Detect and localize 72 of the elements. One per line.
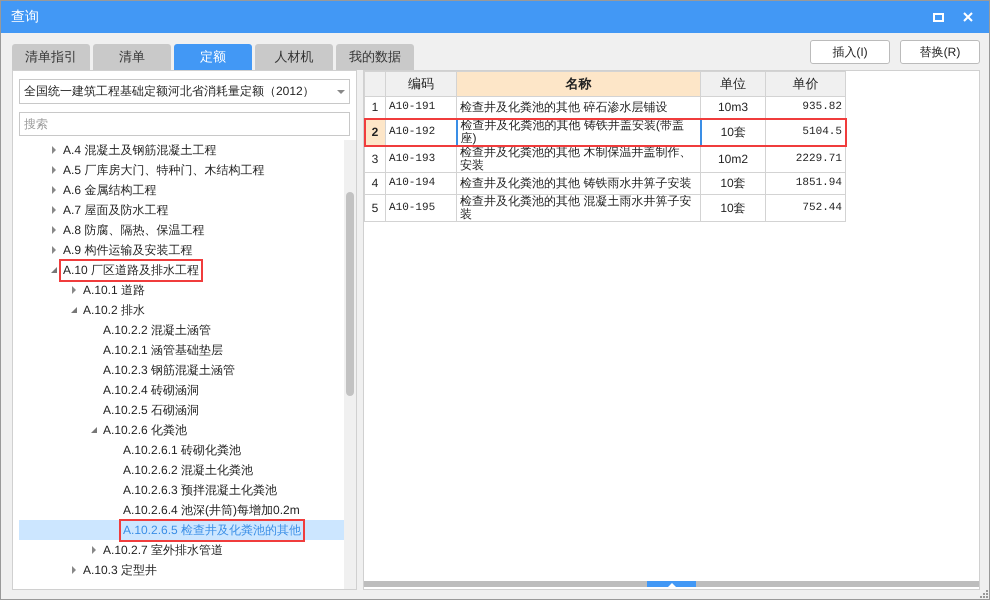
tree-item[interactable]: A.9 构件运输及安装工程 [61, 240, 194, 260]
tree-item[interactable]: A.10.2.1 涵管基础垫层 [101, 340, 226, 360]
table-cell: A10-195 [386, 194, 456, 222]
column-header[interactable]: 编码 [386, 72, 456, 96]
tree-item[interactable]: A.10.2.6 化粪池 [101, 420, 190, 440]
table-cell: 10m2 [700, 146, 766, 172]
tree-item[interactable]: A.6 金属结构工程 [61, 180, 158, 200]
expand-triangle-icon[interactable] [50, 146, 58, 154]
collapse-triangle-icon[interactable] [50, 266, 58, 274]
table-cell: 752.44 [766, 194, 846, 222]
table-row[interactable]: 5 A10-195 检查井及化粪池的其他 混凝土雨水井箅子安装 10套 752.44 [364, 194, 846, 222]
table-row[interactable]: 1 A10-191 检查井及化粪池的其他 碎石渗水层铺设 10m3 935.82 [364, 96, 846, 118]
tree-item[interactable]: A.10.2.2 混凝土涵管 [101, 320, 214, 340]
table-row[interactable]: 4 A10-194 检查井及化粪池的其他 铸铁雨水井箅子安装 10套 1851.94 [364, 172, 846, 194]
tree-item[interactable]: A.10.2.3 钢筋混凝土涵管 [101, 360, 238, 380]
horizontal-scrollbar[interactable] [364, 581, 979, 587]
tree-item[interactable]: A.10.2.6.2 混凝土化粪池 [121, 460, 256, 480]
dropdown-caret-icon [337, 90, 345, 94]
row-number: 4 [364, 172, 386, 194]
tree-item[interactable]: A.10.2 排水 [81, 300, 148, 320]
expand-triangle-icon[interactable] [50, 226, 58, 234]
tab[interactable]: 清单 [93, 44, 171, 70]
table-cell: 检查井及化粪池的其他 混凝土雨水井箅子安装 [456, 194, 700, 222]
table-cell: 10套 [700, 194, 766, 222]
action-button[interactable]: 替换(R) [900, 40, 980, 64]
close-icon [963, 12, 973, 22]
table-cell: 检查井及化粪池的其他 铸铁雨水井箅子安装 [456, 172, 700, 194]
expand-triangle-icon[interactable] [50, 246, 58, 254]
tree-item[interactable]: A.7 屋面及防水工程 [61, 200, 170, 220]
library-dropdown[interactable]: 全国统一建筑工程基础定额河北省消耗量定额（2012） [19, 79, 350, 104]
tree-item[interactable]: A.10.1 道路 [81, 280, 148, 300]
row-number: 5 [364, 194, 386, 222]
expand-triangle-icon[interactable] [50, 166, 58, 174]
collapse-triangle-icon[interactable] [90, 426, 98, 434]
search-field[interactable]: 搜索 [19, 112, 350, 136]
row-number: 2 [364, 118, 386, 146]
tree-item[interactable]: A.10.2.5 石砌涵洞 [101, 400, 202, 420]
tree-item[interactable]: A.10.2.6.1 砖砌化粪池 [121, 440, 244, 460]
tab[interactable]: 我的数据 [336, 44, 414, 70]
expand-triangle-icon[interactable] [50, 206, 58, 214]
tree-item[interactable]: A.10.2.6.4 池深(井筒)每增加0.2m [121, 500, 302, 520]
table-cell: 1851.94 [766, 172, 846, 194]
window-title: 查询 [11, 8, 40, 26]
tree-item[interactable]: A.10 厂区道路及排水工程 [61, 260, 202, 280]
column-header[interactable]: 单位 [700, 72, 766, 96]
expand-triangle-icon[interactable] [90, 546, 98, 554]
tree-item[interactable]: A.10.2.4 砖砌涵洞 [101, 380, 202, 400]
tree-item[interactable]: A.10.2.6.3 预拌混凝土化粪池 [121, 480, 280, 500]
action-button[interactable]: 插入(I) [810, 40, 890, 64]
collapse-triangle-icon[interactable] [70, 306, 78, 314]
tree-item[interactable]: A.8 防腐、隔热、保温工程 [61, 220, 206, 240]
expand-triangle-icon[interactable] [50, 186, 58, 194]
tree-item[interactable]: A.5 厂库房大门、特种门、木结构工程 [61, 160, 266, 180]
column-header[interactable]: 名称 [456, 72, 700, 96]
maximize-icon [932, 12, 944, 22]
column-header[interactable]: 单价 [766, 72, 846, 96]
expand-triangle-icon[interactable] [70, 566, 78, 574]
table-cell: A10-193 [386, 146, 456, 172]
tree-item[interactable]: A.10.2.7 室外排水管道 [101, 540, 226, 560]
expand-triangle-icon[interactable] [70, 286, 78, 294]
table-cell: 10套 [700, 172, 766, 194]
row-number: 3 [364, 146, 386, 172]
vertical-scrollbar[interactable] [344, 140, 356, 589]
tab[interactable]: 人材机 [255, 44, 333, 70]
table-cell: 2229.71 [766, 146, 846, 172]
tree-item[interactable]: A.10.3 定型井 [81, 560, 160, 580]
tree-item[interactable]: A.4 混凝土及钢筋混凝土工程 [61, 140, 218, 160]
row-number: 1 [364, 96, 386, 118]
table-cell: A10-194 [386, 172, 456, 194]
resize-grip-icon[interactable] [980, 590, 988, 598]
up-arrow-icon[interactable] [668, 583, 676, 587]
tab[interactable]: 清单指引 [12, 44, 90, 70]
